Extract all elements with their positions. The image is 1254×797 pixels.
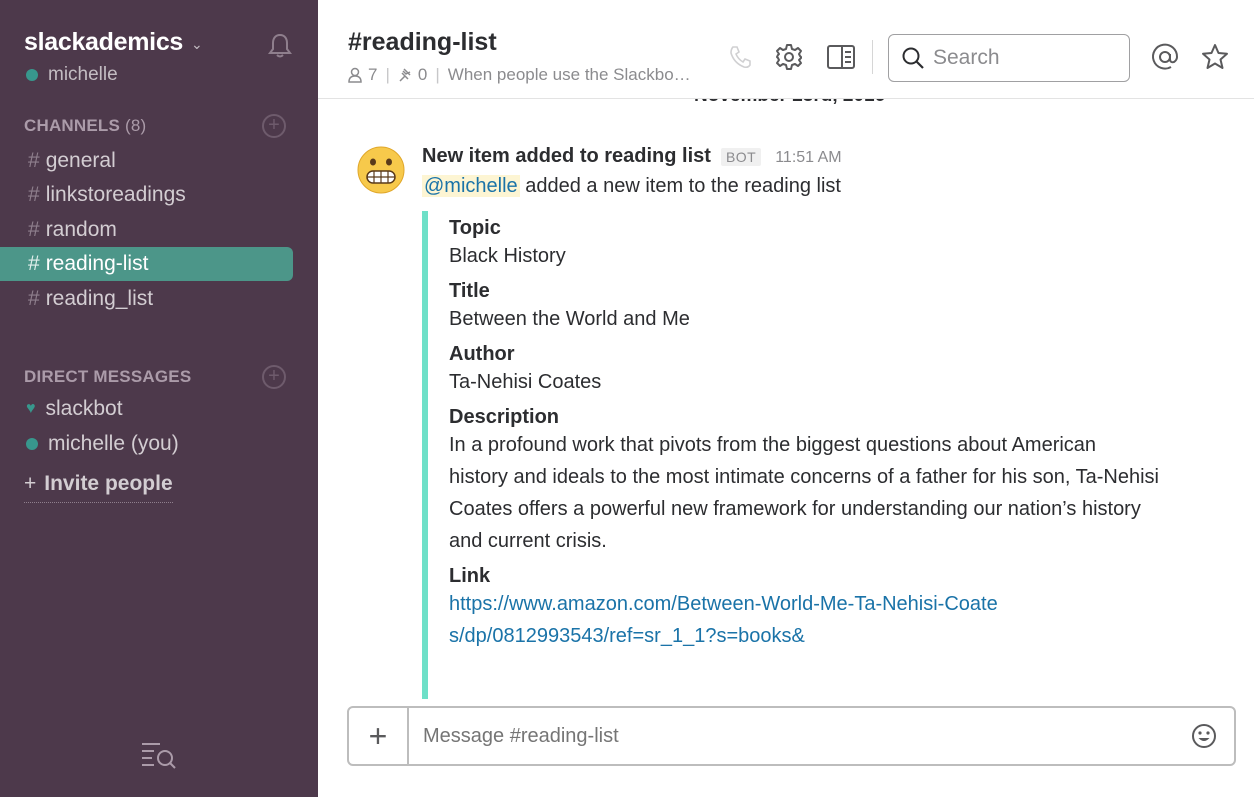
member-count[interactable]: 7 [368,65,377,85]
field-value-description: In a profound work that pivots from the … [449,434,1159,552]
field-title-title: Title [449,280,490,302]
field-title-description: Description [449,406,560,428]
plus-icon: + [24,472,37,495]
sidebar-item-linkstoreadings[interactable]: # linkstoreadings [0,178,293,212]
channel-label: general [45,149,116,172]
slack-app: slackademics ⌄ michelle CHANNELS (8) + #… [0,0,1254,797]
sidebar-item-slackbot[interactable]: ♥ slackbot [26,397,123,421]
current-user[interactable]: michelle [26,64,118,86]
search-files-icon[interactable] [140,740,178,772]
field-value-author: Ta-Nehisi Coates [449,371,602,393]
hash-icon: # [28,149,40,172]
channel-label: linkstoreadings [45,183,186,206]
channel-label: random [45,218,117,241]
grimacing-emoji-avatar[interactable] [356,145,406,195]
message-timestamp[interactable]: 11:51 AM [775,149,841,167]
message-composer: + [347,706,1236,766]
user-name: michelle [48,64,118,85]
add-dm-icon[interactable]: + [262,365,286,389]
toggle-details-icon[interactable] [826,42,856,72]
phone-icon[interactable] [726,42,756,72]
sidebar-item-reading-list[interactable]: # reading-list [0,247,293,281]
team-menu[interactable]: slackademics ⌄ [24,28,203,57]
sidebar-item-michelle[interactable]: michelle (you) [26,432,179,456]
hash-icon: # [28,183,40,206]
bot-badge: BOT [720,148,762,166]
member-icon[interactable] [348,67,362,83]
sidebar-item-general[interactable]: # general [0,144,293,178]
emoji-icon[interactable] [1190,722,1218,750]
sidebar-item-reading_list[interactable]: # reading_list [0,282,293,316]
channels-header-label: CHANNELS [24,116,121,135]
chevron-down-icon[interactable]: ⌄ [191,36,203,53]
hash-icon: # [28,218,40,241]
dm-label: slackbot [45,397,123,420]
field-title-topic: Topic [449,217,501,239]
channel-label: reading_list [45,287,154,310]
heart-icon: ♥ [26,400,36,417]
message-sender[interactable]: New item added to reading list [422,145,711,168]
presence-active-icon [26,438,38,450]
invite-label: Invite people [44,472,173,495]
direct-messages-header[interactable]: DIRECT MESSAGES [24,367,191,387]
field-value-title: Between the World and Me [449,308,690,330]
gear-icon[interactable] [774,42,804,72]
message-input[interactable] [409,724,1190,748]
channel-meta: 7 | 0 | When people use the Slackbo… [348,65,710,85]
message-pane[interactable]: November 23rd, 2016 New item added to re… [318,99,1254,699]
message-attachment: Topic Black History Title Between the Wo… [422,211,1182,699]
message-text: @michelle added a new item to the readin… [422,175,841,198]
divider: | [385,65,390,84]
channel-label: reading-list [45,252,149,275]
field-title-link: Link [449,565,491,587]
presence-active-icon [26,69,38,81]
dm-header-label: DIRECT MESSAGES [24,367,192,386]
message-header: New item added to reading list BOT 11:51… [422,145,842,168]
book-link[interactable]: https://www.amazon.com/Between-World-Me-… [449,588,1009,652]
search-input[interactable]: Search [888,34,1130,82]
sidebar-item-random[interactable]: # random [0,213,293,247]
date-divider: November 23rd, 2016 [694,99,885,107]
invite-people-link[interactable]: + Invite people [24,472,173,503]
pin-icon[interactable] [398,67,414,83]
channel-title[interactable]: #reading-list [348,28,497,57]
user-mention[interactable]: @michelle [422,175,520,197]
hash-icon: # [28,252,40,275]
search-placeholder: Search [933,46,1000,69]
channel-header: #reading-list 7 | 0 | When people use th… [318,0,1254,99]
bell-icon[interactable] [266,32,294,60]
pinned-count[interactable]: 0 [418,65,427,85]
divider: | [435,65,440,84]
mentions-icon[interactable] [1150,42,1180,72]
header-divider [872,40,873,74]
channels-header[interactable]: CHANNELS (8) [24,116,146,136]
hash-icon: # [28,287,40,310]
channels-count: (8) [124,116,147,135]
dm-label: michelle (you) [48,432,179,455]
team-name[interactable]: slackademics [24,28,183,57]
add-channel-icon[interactable]: + [262,114,286,138]
channel-topic[interactable]: When people use the Slackbo… [448,65,710,85]
message-body-text: added a new item to the reading list [525,175,841,197]
star-icon[interactable] [1200,42,1230,72]
sidebar: slackademics ⌄ michelle CHANNELS (8) + #… [0,0,318,797]
search-icon [902,47,924,69]
field-value-topic: Black History [449,245,566,267]
field-title-author: Author [449,343,515,365]
add-attachment-button[interactable]: + [349,708,409,764]
